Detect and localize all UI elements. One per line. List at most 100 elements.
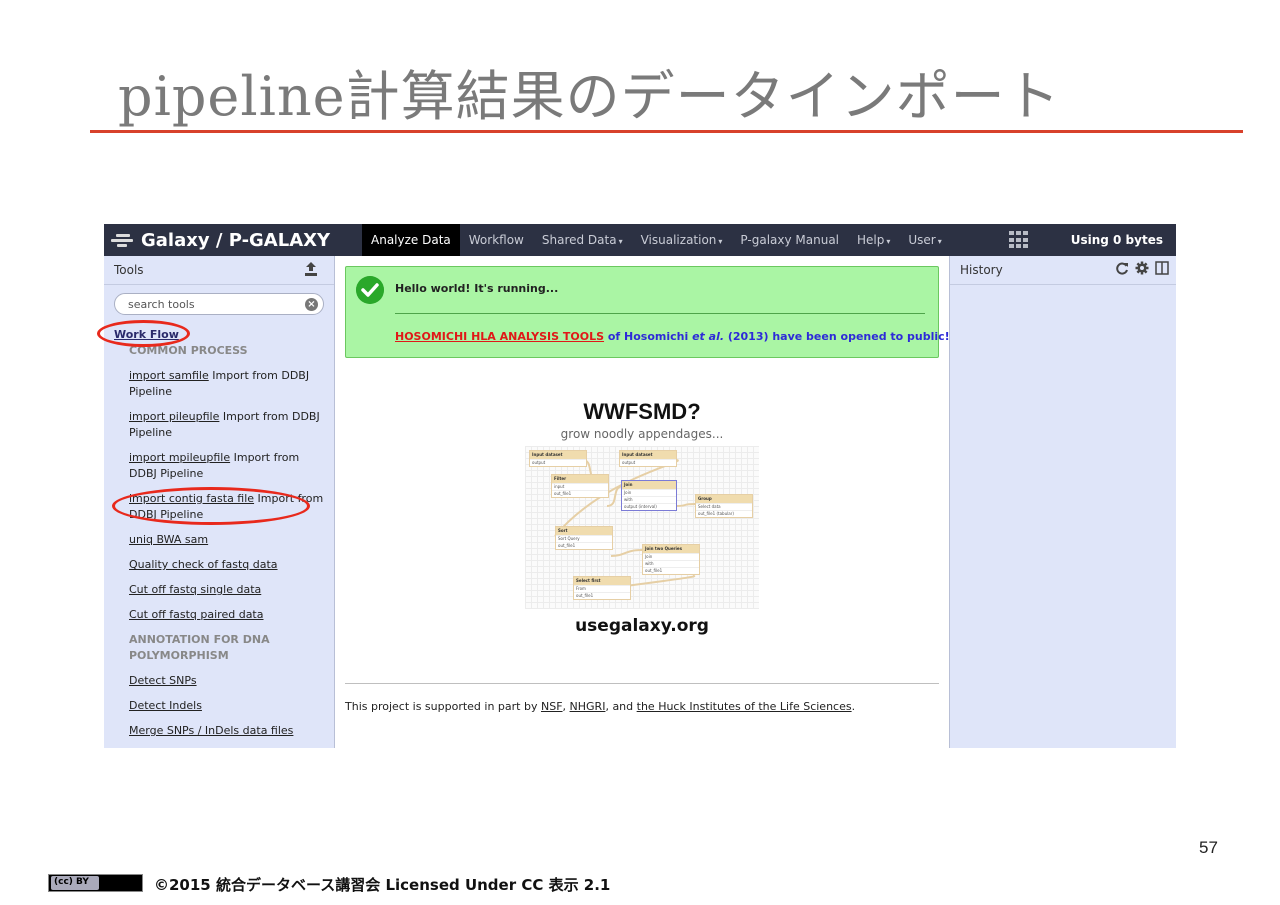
history-icons xyxy=(1115,261,1169,275)
tool-link[interactable]: import samfile xyxy=(129,369,209,382)
footer-text: , xyxy=(562,700,570,713)
page-number: 57 xyxy=(1199,838,1218,857)
welcome-message: Hello world! It's running... HOSOMICHI H… xyxy=(345,266,955,358)
nav-visualization[interactable]: Visualization ▾ xyxy=(632,224,732,256)
history-panel: History xyxy=(949,256,1176,748)
grid-icon[interactable] xyxy=(1009,231,1029,249)
huck-link[interactable]: the Huck Institutes of the Life Sciences xyxy=(637,700,852,713)
tool-link[interactable]: import mpileupfile xyxy=(129,451,230,464)
node-row: with xyxy=(643,560,699,567)
nsf-link[interactable]: NSF xyxy=(541,700,563,713)
message-line-1: Hello world! It's running... xyxy=(395,282,559,295)
workflow-node: Select first From out_file1 xyxy=(573,576,631,600)
nav-p-galaxy-manual[interactable]: P-galaxy Manual xyxy=(731,224,848,256)
node-title: Filter xyxy=(552,475,608,483)
nav-label: Help xyxy=(857,233,885,247)
hla-tools-link[interactable]: HOSOMICHI HLA ANALYSIS TOOLS xyxy=(395,330,604,343)
node-row: output (interval) xyxy=(622,503,676,510)
node-row: input xyxy=(552,483,608,490)
chevron-down-icon: ▾ xyxy=(937,237,942,246)
workflow-node: Sort Sort Query out_file1 xyxy=(555,526,613,550)
nav-label: Shared Data xyxy=(541,233,617,247)
tool-item: Quality check of fastq data xyxy=(114,557,324,573)
node-title: Group xyxy=(696,495,752,503)
tool-link[interactable]: Quality check of fastq data xyxy=(129,558,278,571)
search-tools-input[interactable]: search tools × xyxy=(114,293,324,315)
tool-link[interactable]: Merge SNPs / InDels data files xyxy=(129,724,293,737)
workflow-node: Input dataset output xyxy=(529,450,587,467)
tool-item: uniq BWA sam xyxy=(114,532,324,548)
nav-label: Analyze Data xyxy=(371,233,451,247)
nav-analyze-data[interactable]: Analyze Data xyxy=(362,224,460,256)
tool-item: import pileupfile Import from DDBJ Pipel… xyxy=(114,409,324,441)
tool-item: Cut off fastq single data xyxy=(114,582,324,598)
tool-link[interactable]: Detect SNPs xyxy=(129,674,197,687)
tool-item: Detect Indels xyxy=(114,698,324,714)
message-etal: et al. xyxy=(692,330,725,343)
message-mid: of Hosomichi xyxy=(604,330,693,343)
splash-subtitle: grow noodly appendages... xyxy=(560,427,724,441)
workflow-node: Group Select data out_file1 (tabular) xyxy=(695,494,753,518)
upload-icon[interactable] xyxy=(304,261,318,277)
node-row: Select data xyxy=(696,503,752,510)
splash-url: usegalaxy.org xyxy=(575,616,709,636)
tool-link[interactable]: Cut off fastq paired data xyxy=(129,608,264,621)
message-end: (2013) have been opened to public!! xyxy=(724,330,955,343)
gear-icon[interactable] xyxy=(1135,261,1149,275)
chevron-down-icon: ▾ xyxy=(618,237,623,246)
cc-license-badge: (cc) BY xyxy=(48,874,143,892)
nav-workflow[interactable]: Workflow xyxy=(460,224,533,256)
footer-text: This project is supported in part by xyxy=(345,700,541,713)
refresh-icon[interactable] xyxy=(1115,261,1129,275)
node-row: Sort Query xyxy=(556,535,612,542)
tool-link[interactable]: Detect Indels xyxy=(129,699,202,712)
columns-icon[interactable] xyxy=(1155,261,1169,275)
quota-meter: Using 0 bytes xyxy=(1070,233,1163,247)
brand[interactable]: Galaxy / P-GALAXY xyxy=(111,224,330,256)
nav-label: Visualization xyxy=(640,233,717,247)
node-row: output xyxy=(530,459,586,466)
chevron-down-icon: ▾ xyxy=(886,237,891,246)
galaxy-screenshot: Galaxy / P-GALAXY Analyze Data Workflow … xyxy=(104,224,1176,748)
copyright-footer: ©2015 統合データベース講習会 Licensed Under CC 表示 2… xyxy=(154,876,611,894)
search-placeholder: search tools xyxy=(128,298,195,311)
tool-item: Cut off fastq paired data xyxy=(114,607,324,623)
node-row: out_file1 xyxy=(556,542,612,549)
tool-panel-title: Tools xyxy=(114,263,144,277)
tool-link[interactable]: Cut off fastq single data xyxy=(129,583,261,596)
tool-list: Work Flow COMMON PROCESS import samfile … xyxy=(114,327,324,748)
nav-shared-data[interactable]: Shared Data ▾ xyxy=(533,224,632,256)
chevron-down-icon: ▾ xyxy=(718,237,723,246)
footer-divider xyxy=(345,683,939,684)
workflow-node: Filter input out_file1 xyxy=(551,474,609,498)
clear-icon[interactable]: × xyxy=(305,298,318,311)
slide-title: pipeline計算結果のデータインポート xyxy=(118,65,1061,128)
node-row: Join xyxy=(622,489,676,496)
nav-user[interactable]: User ▾ xyxy=(899,224,950,256)
node-title: Input dataset xyxy=(530,451,586,459)
nav-help[interactable]: Help ▾ xyxy=(848,224,899,256)
node-title: Input dataset xyxy=(620,451,676,459)
workflow-node: Input dataset output xyxy=(619,450,677,467)
node-row: Join xyxy=(643,553,699,560)
node-row: with xyxy=(622,496,676,503)
tool-item: import samfile Import from DDBJ Pipeline xyxy=(114,368,324,400)
node-title: Join xyxy=(622,481,676,489)
node-row: out_file1 (tabular) xyxy=(696,510,752,517)
nav-label: P-galaxy Manual xyxy=(740,233,840,247)
cc-badge-text: (cc) BY xyxy=(54,877,89,887)
highlight-circle xyxy=(112,487,310,525)
title-underline xyxy=(90,130,1243,133)
history-panel-header: History xyxy=(950,256,1176,285)
history-panel-title: History xyxy=(960,263,1003,277)
tool-link[interactable]: import pileupfile xyxy=(129,410,219,423)
tool-item: import mpileupfile Import from DDBJ Pipe… xyxy=(114,450,324,482)
brand-label: Galaxy / P-GALAXY xyxy=(141,229,331,251)
node-row: out_file1 xyxy=(552,490,608,497)
footer-text: . xyxy=(851,700,856,713)
tool-link[interactable]: uniq BWA sam xyxy=(129,533,208,546)
message-line-2: HOSOMICHI HLA ANALYSIS TOOLS of Hosomich… xyxy=(395,330,955,343)
nav-label: Workflow xyxy=(468,233,524,247)
nhgri-link[interactable]: NHGRI xyxy=(570,700,606,713)
main-nav: Analyze Data Workflow Shared Data ▾ Visua… xyxy=(362,224,951,256)
